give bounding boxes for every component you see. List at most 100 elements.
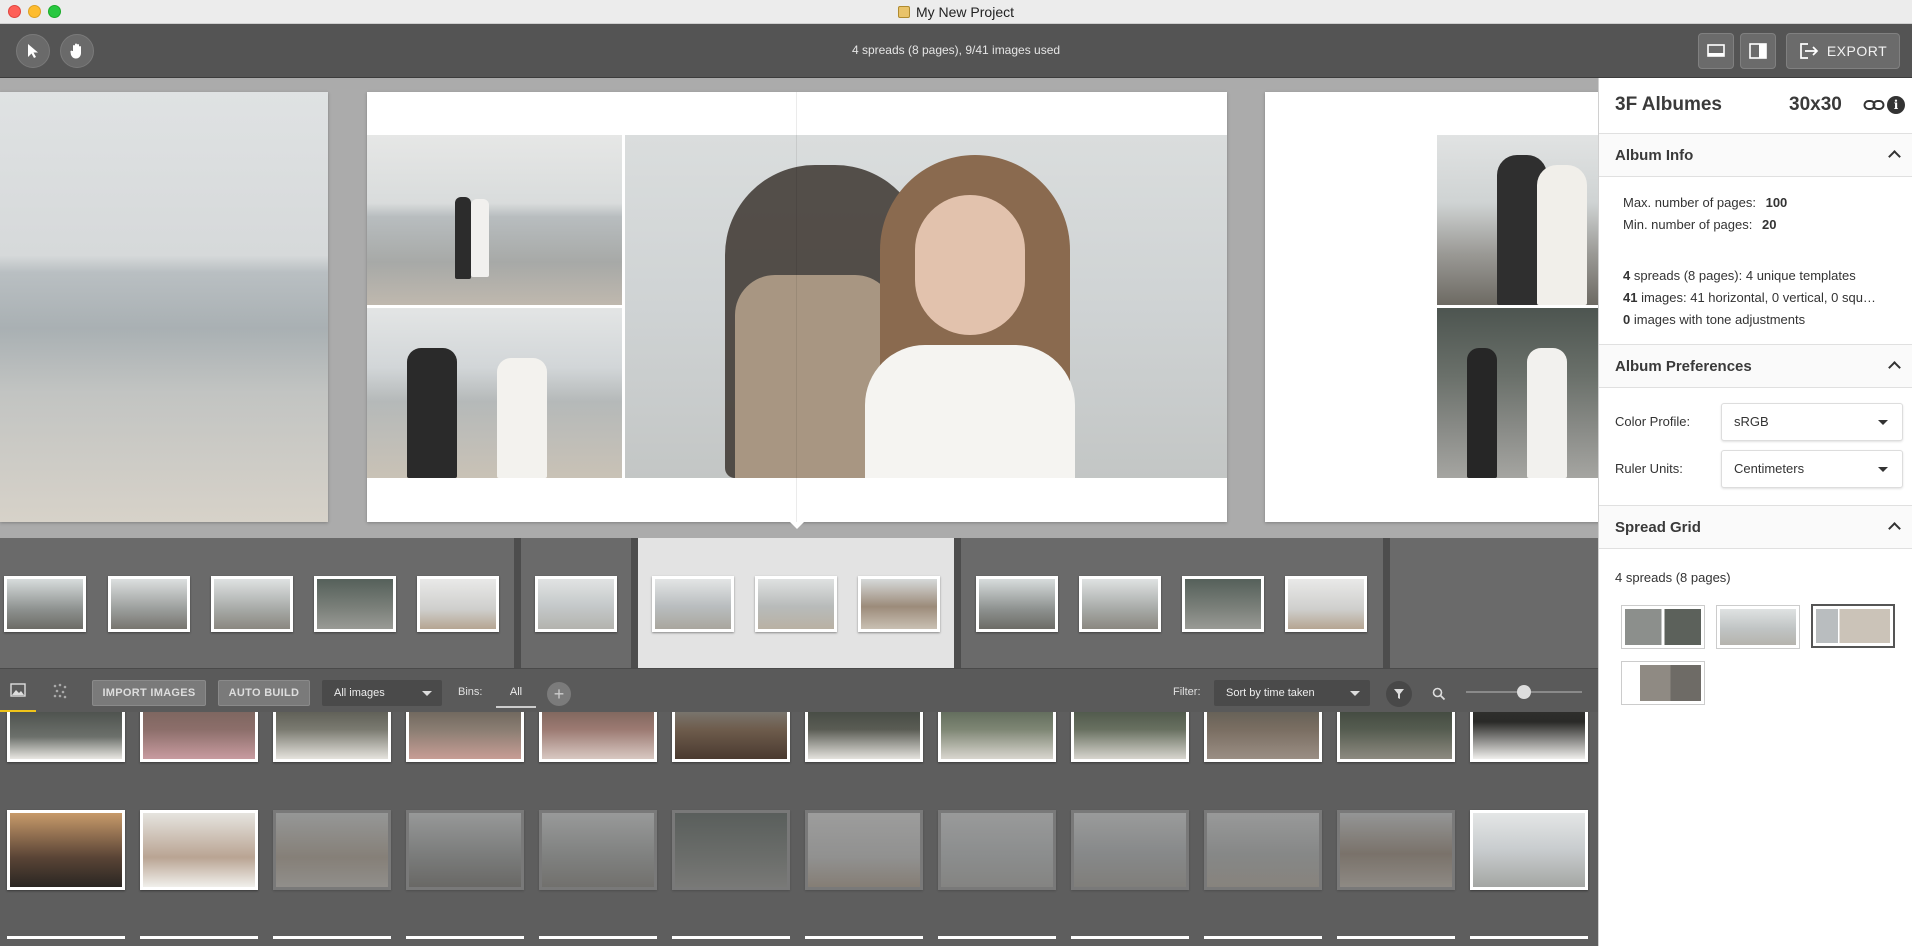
link-button[interactable] (1863, 98, 1885, 117)
spread-grid-thumb-4[interactable] (1621, 661, 1705, 705)
library-image[interactable] (1204, 712, 1322, 762)
sort-value: Sort by time taken (1226, 687, 1315, 699)
info-icon[interactable]: i (1887, 96, 1905, 114)
next-photo-couple-dance[interactable] (1437, 308, 1598, 478)
library-image[interactable] (938, 712, 1056, 762)
filmstrip-thumb[interactable] (858, 576, 940, 632)
library-image[interactable] (672, 712, 790, 762)
filmstrip-thumb[interactable] (4, 576, 86, 632)
max-pages-value: 100 (1765, 195, 1788, 210)
filmstrip-thumb[interactable] (535, 576, 617, 632)
library-image-used[interactable] (672, 810, 790, 890)
filmstrip-thumb[interactable] (108, 576, 190, 632)
image-library-grid[interactable] (0, 712, 1598, 946)
filmstrip-thumb[interactable] (1182, 576, 1264, 632)
ruler-units-select[interactable]: Centimeters (1721, 450, 1903, 488)
import-images-button[interactable]: IMPORT IMAGES (92, 680, 206, 706)
library-image-used[interactable] (1337, 810, 1455, 890)
spread-grid-thumb-3-selected[interactable] (1811, 604, 1895, 648)
filmstrip-spread-1[interactable] (0, 538, 514, 668)
slider-handle[interactable] (1517, 685, 1531, 699)
auto-build-button[interactable]: AUTO BUILD (218, 680, 310, 706)
library-image-used[interactable] (539, 810, 657, 890)
library-image[interactable] (1337, 712, 1455, 762)
spread-photo-couple-walking[interactable] (367, 308, 622, 478)
previous-spread-page[interactable] (0, 92, 328, 522)
current-spread-indicator (790, 522, 804, 529)
spread-canvas[interactable] (0, 78, 1598, 538)
library-image-used[interactable] (1071, 810, 1189, 890)
spread-filmstrip[interactable] (0, 538, 1598, 668)
library-image[interactable] (140, 712, 258, 762)
filmstrip-thumb[interactable] (1079, 576, 1161, 632)
next-spread-page[interactable] (1265, 92, 1598, 522)
color-profile-select[interactable]: sRGB (1721, 403, 1903, 441)
library-image-used[interactable] (938, 810, 1056, 890)
plus-icon: + (553, 683, 565, 704)
filmstrip-spread-3-selected[interactable] (638, 538, 954, 668)
project-status: 4 spreads (8 pages), 9/41 images used (851, 43, 1061, 57)
filmstrip-thumb[interactable] (1285, 576, 1367, 632)
filmstrip-thumb[interactable] (652, 576, 734, 632)
library-image-used[interactable] (273, 810, 391, 890)
scatter-pattern-icon (53, 683, 67, 699)
album-preferences-header[interactable]: Album Preferences (1599, 344, 1912, 388)
filmstrip-thumb[interactable] (755, 576, 837, 632)
album-info-header[interactable]: Album Info (1599, 133, 1912, 177)
current-spread[interactable] (367, 92, 1227, 522)
thumbnail-size-slider[interactable] (1466, 685, 1582, 699)
chevron-down-icon (422, 691, 432, 696)
image-icon (10, 682, 26, 697)
filmstrip-divider (514, 538, 521, 668)
spread-photo-couple-embrace[interactable] (625, 135, 1227, 478)
library-image[interactable] (805, 712, 923, 762)
bin-tab-all[interactable]: All (496, 678, 536, 708)
library-image-used[interactable] (406, 810, 524, 890)
images-info-line: 41 images: 41 horizontal, 0 vertical, 0 … (1623, 290, 1876, 305)
library-image[interactable] (1071, 712, 1189, 762)
toggle-panel-button[interactable] (1740, 33, 1776, 69)
sidebar-toggle-icon (1749, 43, 1767, 59)
filmstrip-thumb[interactable] (417, 576, 499, 632)
spread-grid-summary: 4 spreads (8 pages) (1615, 570, 1731, 585)
sort-dropdown[interactable]: Sort by time taken (1214, 680, 1370, 706)
library-image-used[interactable] (805, 810, 923, 890)
filmstrip-thumb[interactable] (211, 576, 293, 632)
patterns-tab[interactable] (40, 669, 80, 713)
image-source-dropdown[interactable]: All images (322, 680, 442, 706)
single-view-button[interactable] (1698, 33, 1734, 69)
spread-grid-thumb-1[interactable] (1621, 605, 1705, 649)
library-image[interactable] (7, 712, 125, 762)
main-toolbar: 4 spreads (8 pages), 9/41 images used EX… (0, 24, 1912, 78)
max-pages-label: Max. number of pages: (1623, 195, 1756, 210)
library-image[interactable] (140, 810, 258, 890)
images-tab[interactable] (0, 669, 36, 713)
library-image[interactable] (539, 712, 657, 762)
add-bin-button[interactable]: + (547, 682, 571, 706)
album-size: 30x30 (1789, 94, 1842, 115)
album-info-title: Album Info (1615, 147, 1694, 164)
filter-label: Filter: (1173, 686, 1201, 698)
filmstrip-spread-2[interactable] (521, 538, 631, 668)
filmstrip-divider (631, 538, 638, 668)
filmstrip-divider (954, 538, 961, 668)
spread-grid-header[interactable]: Spread Grid (1599, 505, 1912, 549)
library-image[interactable] (7, 810, 125, 890)
library-image[interactable] (273, 712, 391, 762)
export-button[interactable]: EXPORT (1786, 33, 1900, 69)
album-inspector-panel: 3F Albumes 30x30 i Album Info Max. numbe… (1598, 78, 1912, 946)
spread-grid-thumb-2[interactable] (1716, 605, 1800, 649)
filmstrip-thumb[interactable] (314, 576, 396, 632)
spread-photo-couple-shore[interactable] (367, 135, 622, 305)
next-photo-couple-kiss[interactable] (1437, 135, 1598, 305)
library-image[interactable] (1470, 810, 1588, 890)
library-image-used[interactable] (1204, 810, 1322, 890)
filter-button[interactable] (1386, 681, 1412, 707)
search-icon (1432, 687, 1446, 701)
search-button[interactable] (1426, 681, 1452, 707)
sea-photo[interactable] (0, 92, 328, 522)
library-image[interactable] (406, 712, 524, 762)
filmstrip-thumb[interactable] (976, 576, 1058, 632)
filmstrip-spread-4[interactable] (961, 538, 1383, 668)
library-image[interactable] (1470, 712, 1588, 762)
